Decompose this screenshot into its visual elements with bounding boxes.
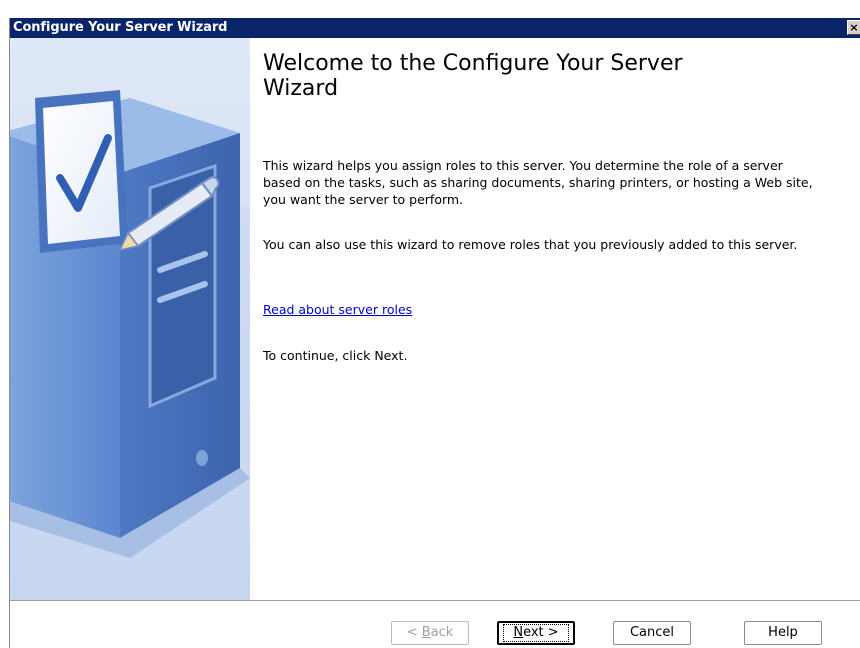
help-button[interactable]: Help [744,621,822,645]
next-button-mnemonic: N [513,625,524,640]
page-title: Welcome to the Configure Your Server Wiz… [263,51,683,101]
close-icon: × [849,21,859,34]
remove-roles-paragraph: You can also use this wizard to remove r… [263,237,798,252]
next-button-focus: Next > [503,624,569,642]
title-bar[interactable]: Configure Your Server Wizard × [10,18,860,38]
wizard-sidebar [0,38,250,600]
intro-paragraph: This wizard helps you assign roles to th… [263,158,813,207]
wizard-content: Welcome to the Configure Your Server Wiz… [263,51,843,363]
close-button[interactable]: × [847,20,860,35]
wizard-footer: < Back Next > Cancel Help [10,602,860,648]
next-button[interactable]: Next > [497,621,575,645]
read-about-server-roles-link[interactable]: Read about server roles [263,302,412,317]
next-button-label-rest: ext > [523,625,559,640]
back-button-prefix: < [406,625,422,640]
back-button[interactable]: < Back [391,621,469,645]
cancel-button[interactable]: Cancel [613,621,691,645]
back-button-label-rest: ack [430,625,454,640]
server-roles-link-row: Read about server roles [263,301,823,318]
continue-instruction: To continue, click Next. [263,348,408,363]
back-button-mnemonic: B [421,625,431,640]
server-checklist-icon [0,38,250,600]
wizard-window: Configure Your Server Wizard × Welcome t… [0,18,860,648]
window-title: Configure Your Server Wizard [13,20,228,35]
